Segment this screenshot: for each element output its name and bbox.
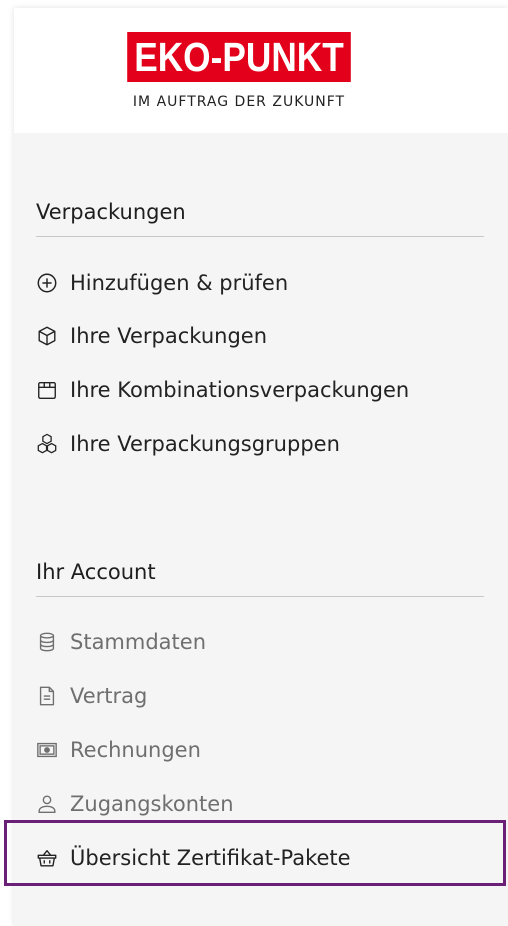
section-title-account: Ihr Account xyxy=(36,560,156,584)
nav-item-label: Stammdaten xyxy=(70,630,207,654)
nav-item-kombinationsverpackungen[interactable]: Ihre Kombinationsverpackungen xyxy=(36,370,486,410)
nav-item-vertrag[interactable]: Vertrag xyxy=(36,676,486,716)
section-divider xyxy=(36,596,484,597)
nav-item-stammdaten[interactable]: Stammdaten xyxy=(36,622,486,662)
document-icon xyxy=(36,685,58,707)
nav-item-rechnungen[interactable]: Rechnungen xyxy=(36,730,486,770)
nav-item-label: Ihre Verpackungsgruppen xyxy=(70,432,340,456)
section-divider xyxy=(36,236,484,237)
nav-item-label: Ihre Verpackungen xyxy=(70,324,267,348)
nav-item-label: Vertrag xyxy=(70,684,148,708)
nav-item-label: Ihre Kombinationsverpackungen xyxy=(70,378,410,402)
nav-item-ihre-verpackungen[interactable]: Ihre Verpackungen xyxy=(36,316,486,356)
nav-item-label: Zugangskonten xyxy=(70,792,234,816)
boxes-icon xyxy=(36,433,58,455)
selection-highlight xyxy=(4,820,506,886)
nav-item-label: Hinzufügen & prüfen xyxy=(70,271,289,295)
box-icon xyxy=(36,325,58,347)
sidebar: EKO-PUNKT IM AUFTRAG DER ZUKUNFT Verpack… xyxy=(14,8,508,926)
package-icon xyxy=(36,379,58,401)
nav-item-verpackungsgruppen[interactable]: Ihre Verpackungsgruppen xyxy=(36,424,486,464)
logo-tagline: IM AUFTRAG DER ZUKUNFT xyxy=(132,94,346,110)
logo-area: EKO-PUNKT IM AUFTRAG DER ZUKUNFT xyxy=(14,8,508,133)
section-title-verpackungen: Verpackungen xyxy=(36,200,186,224)
nav-item-zugangskonten[interactable]: Zugangskonten xyxy=(36,784,486,824)
nav-item-label: Rechnungen xyxy=(70,738,201,762)
nav-item-hinzufuegen[interactable]: Hinzufügen & prüfen xyxy=(36,263,486,303)
plus-circle-icon xyxy=(36,272,58,294)
eko-punkt-logo[interactable]: EKO-PUNKT xyxy=(127,32,351,82)
money-icon xyxy=(36,739,58,761)
database-icon xyxy=(36,631,58,653)
user-icon xyxy=(36,793,58,815)
